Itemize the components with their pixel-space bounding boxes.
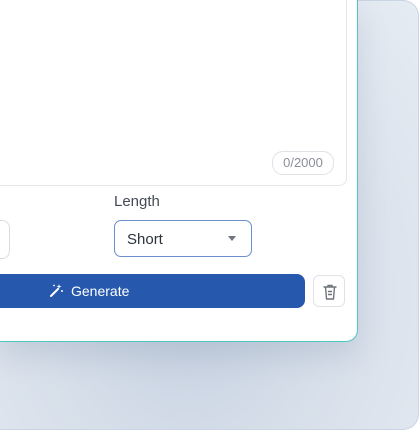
generator-card: 0/2000 Length Short Generate <box>0 0 358 342</box>
generate-button-label: Generate <box>71 283 130 299</box>
delete-button[interactable] <box>313 275 345 307</box>
generate-button[interactable]: Generate <box>0 274 305 308</box>
trash-icon <box>323 284 337 300</box>
magic-wand-icon <box>50 284 63 297</box>
tone-select-partial[interactable] <box>0 220 10 259</box>
chevron-down-icon <box>228 236 236 241</box>
length-select-value: Short <box>127 231 163 248</box>
length-label: Length <box>114 193 160 210</box>
prompt-textarea[interactable]: 0/2000 <box>0 0 347 186</box>
character-counter: 0/2000 <box>272 151 334 175</box>
length-select[interactable]: Short <box>114 220 252 257</box>
